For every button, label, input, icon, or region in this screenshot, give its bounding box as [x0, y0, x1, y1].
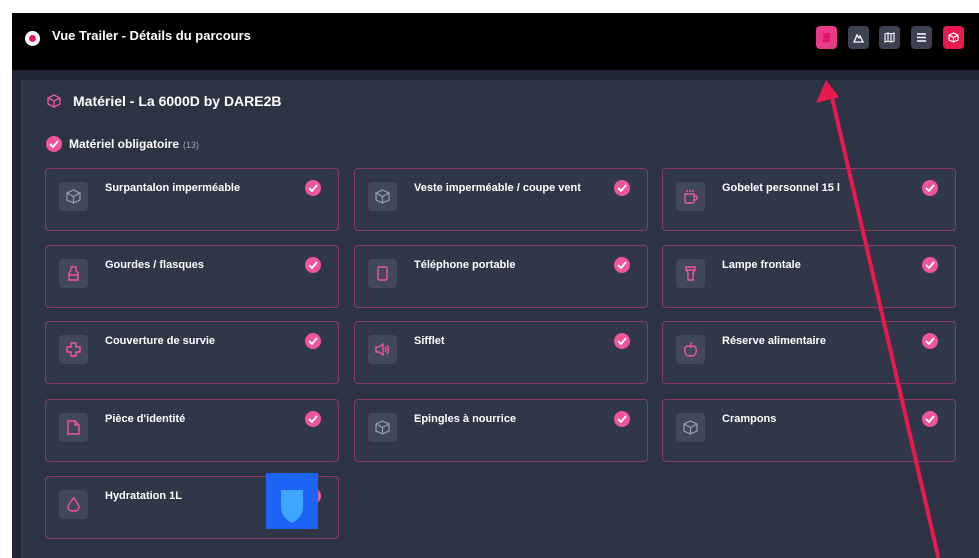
annotation-arrow — [816, 80, 940, 558]
